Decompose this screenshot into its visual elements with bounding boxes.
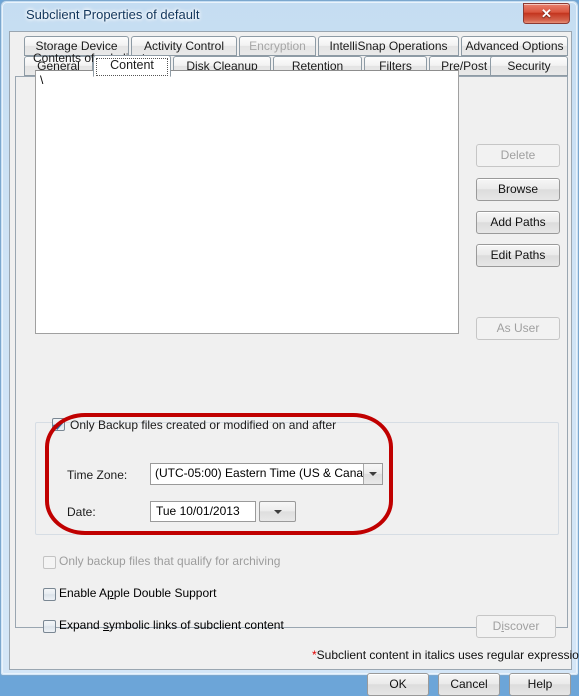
cancel-button[interactable]: Cancel (438, 673, 500, 696)
label-text: Expand (59, 618, 104, 632)
ok-button[interactable]: OK (367, 673, 429, 696)
label-text-suffix: scover (504, 619, 540, 633)
time-zone-select[interactable]: (UTC-05:00) Eastern Time (US & Canada) (150, 463, 383, 485)
tab-security[interactable]: Security (490, 56, 568, 76)
close-button[interactable]: ✕ (523, 3, 570, 24)
as-user-button: As User (476, 317, 560, 340)
browse-button[interactable]: Browse (476, 178, 560, 201)
time-zone-label: Time Zone: (67, 468, 128, 482)
window-title: Subclient Properties of default (26, 7, 200, 22)
help-button[interactable]: Help (509, 673, 571, 696)
tab-advanced-options[interactable]: Advanced Options (461, 36, 568, 56)
close-icon: ✕ (541, 6, 552, 21)
client-area: Storage Device Activity Control Encrypti… (9, 31, 579, 696)
chevron-down-icon (369, 472, 377, 476)
focus-ring (96, 58, 168, 76)
date-picker-button[interactable] (259, 501, 296, 522)
tab-intellisnap-operations[interactable]: IntelliSnap Operations (318, 36, 459, 56)
date-value: Tue 10/01/2013 (156, 504, 240, 518)
checkbox-icon (43, 620, 56, 633)
tab-encryption: Encryption (239, 36, 316, 56)
date-input[interactable]: Tue 10/01/2013 (150, 501, 256, 522)
enable-apple-double-label: Enable Apple Double Support (59, 586, 216, 600)
delete-button: Delete (476, 144, 560, 167)
checkbox-icon (43, 556, 56, 569)
footnote-text: Subclient content in italics uses regula… (316, 648, 579, 662)
dialog-window: Subclient Properties of default ✕ Storag… (0, 0, 579, 696)
expand-symbolic-links-checkbox[interactable] (43, 620, 56, 633)
only-archiving-checkbox (43, 556, 56, 569)
add-paths-button[interactable]: Add Paths (476, 211, 560, 234)
only-backup-after-checkbox[interactable] (52, 418, 65, 431)
date-label: Date: (67, 505, 96, 519)
enable-apple-double-checkbox[interactable] (43, 588, 56, 601)
footnote: *Subclient content in italics uses regul… (312, 648, 579, 662)
tab-content[interactable]: Content (93, 55, 171, 77)
label-mnemonic: p (107, 586, 114, 600)
only-backup-after-label: Only Backup files created or modified on… (70, 418, 337, 432)
time-zone-value: (UTC-05:00) Eastern Time (US & Canada) (155, 466, 381, 480)
chevron-down-icon (273, 509, 282, 514)
checkbox-icon (52, 418, 65, 431)
label-text: Enable A (59, 586, 108, 600)
title-bar: Subclient Properties of default ✕ (1, 1, 579, 32)
discover-button: Discover (476, 615, 556, 638)
label-text: Only backup files that qualify for archi… (59, 554, 281, 568)
only-archiving-label: Only backup files that qualify for archi… (59, 554, 280, 568)
label-text-suffix: ymbolic links of subclient content (109, 618, 284, 632)
expand-symbolic-links-label: Expand symbolic links of subclient conte… (59, 618, 284, 632)
time-zone-dropdown-button[interactable] (363, 464, 382, 484)
edit-paths-button[interactable]: Edit Paths (476, 244, 560, 267)
label-text-suffix: ple Double Support (113, 586, 217, 600)
checkbox-icon (43, 588, 56, 601)
list-item[interactable]: \ (40, 73, 43, 87)
subclient-content-list[interactable]: \ (35, 70, 459, 334)
